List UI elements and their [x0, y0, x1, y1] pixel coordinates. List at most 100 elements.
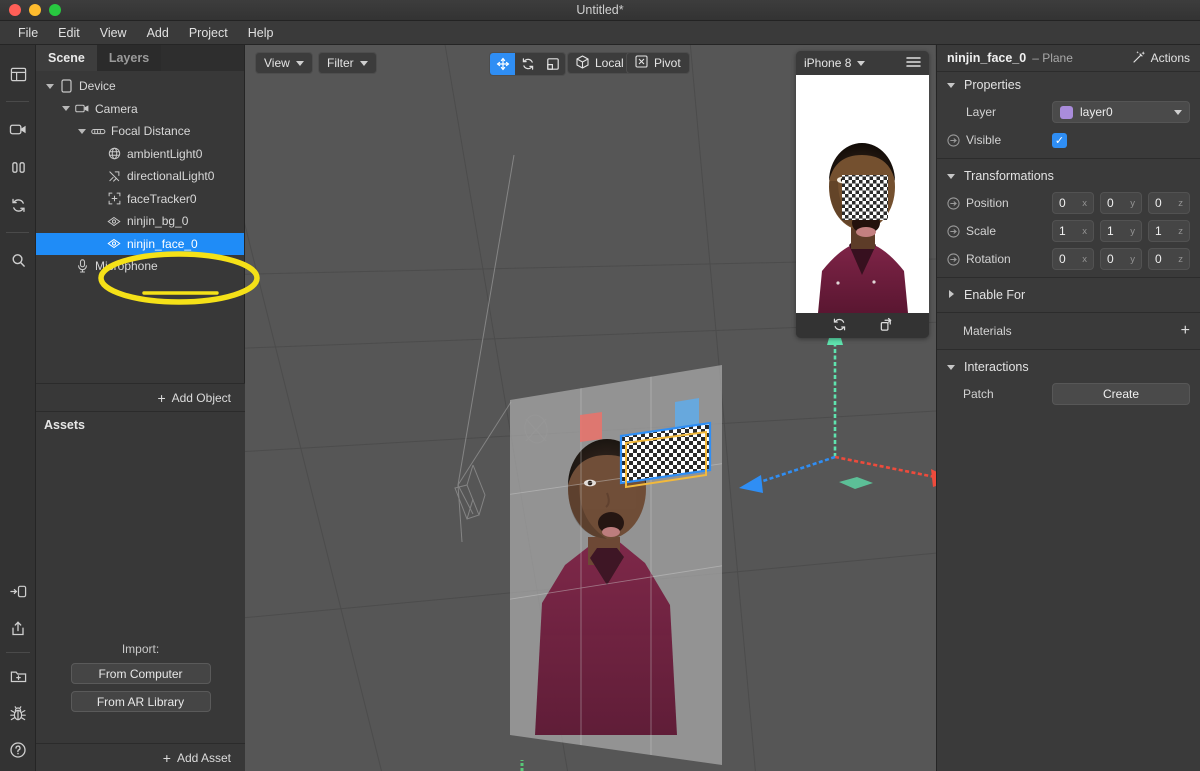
scale-z-input[interactable]: 1z	[1148, 220, 1190, 242]
menu-add[interactable]: Add	[139, 24, 177, 42]
visible-checkbox[interactable]: ✓	[1052, 132, 1067, 148]
create-patch-button[interactable]: Create	[1052, 383, 1190, 405]
tree-item-device[interactable]: Device	[36, 75, 244, 98]
scale-x-input[interactable]: 1x	[1052, 220, 1094, 242]
scale-y-input[interactable]: 1y	[1100, 220, 1142, 242]
menu-file[interactable]: File	[10, 24, 46, 42]
disclosure-arrow[interactable]	[46, 82, 55, 91]
patch-connector-icon[interactable]	[947, 196, 963, 210]
checkerboard-face-overlay	[842, 175, 888, 220]
reset-icon[interactable]	[832, 317, 847, 335]
plus-icon: +	[162, 749, 171, 766]
preview-footer	[796, 313, 929, 338]
patch-row: Patch Create	[937, 380, 1200, 408]
axis-label-z: z	[1178, 253, 1183, 265]
menu-help[interactable]: Help	[240, 24, 282, 42]
position-x-input[interactable]: 0x	[1052, 192, 1094, 214]
add-material-button[interactable]: +	[1181, 323, 1190, 339]
position-y-input[interactable]: 0y	[1100, 192, 1142, 214]
rotate-device-icon[interactable]	[879, 317, 894, 335]
chevron-down-icon	[359, 60, 368, 66]
section-transformations[interactable]: Transformations	[937, 163, 1200, 189]
filter-dropdown[interactable]: Filter	[318, 52, 377, 74]
layer-color-swatch	[1060, 105, 1073, 119]
rotation-z-input[interactable]: 0z	[1148, 248, 1190, 270]
disclosure-arrow[interactable]	[78, 127, 87, 136]
view-dropdown[interactable]: View	[255, 52, 313, 74]
tree-item-microphone[interactable]: Microphone	[36, 255, 244, 278]
plus-icon: +	[157, 389, 166, 406]
send-to-device-icon[interactable]	[0, 572, 36, 610]
refresh-icon[interactable]	[0, 186, 36, 224]
tree-item-label: Device	[79, 79, 116, 94]
menu-view[interactable]: View	[92, 24, 135, 42]
add-asset-button[interactable]: + Add Asset	[36, 743, 245, 771]
preview-screen[interactable]	[796, 75, 929, 313]
tree-item-ninjin-bg-0[interactable]: ninjin_bg_0	[36, 210, 244, 233]
tab-scene[interactable]: Scene	[36, 45, 97, 71]
actions-button[interactable]: Actions	[1132, 50, 1190, 67]
rotation-x-input[interactable]: 0x	[1052, 248, 1094, 270]
tree-item-ambientlight0[interactable]: ambientLight0	[36, 143, 244, 166]
help-icon[interactable]	[0, 733, 36, 771]
move-tool-icon[interactable]	[490, 53, 515, 75]
patch-connector-icon[interactable]	[947, 224, 963, 238]
search-icon[interactable]	[0, 241, 36, 279]
axis-label-y: y	[1130, 225, 1135, 237]
section-interactions[interactable]: Interactions	[937, 354, 1200, 380]
pause-icon[interactable]	[0, 148, 36, 186]
local-space-button[interactable]: Local	[567, 52, 633, 74]
properties-header: ninjin_face_0 – Plane Actions	[937, 45, 1200, 72]
section-properties[interactable]: Properties	[937, 72, 1200, 98]
gizmo-plane-handle	[839, 477, 873, 489]
layer-select[interactable]: layer0	[1052, 101, 1190, 123]
scene-panel: Scene Layers Device Camera Focal Distanc…	[36, 45, 260, 771]
chevron-down-icon	[295, 60, 304, 66]
bug-icon[interactable]	[0, 695, 36, 733]
tree-item-directionallight0[interactable]: directionalLight0	[36, 165, 244, 188]
pivot-button[interactable]: Pivot	[626, 52, 690, 74]
scale-tool-icon[interactable]	[540, 53, 565, 75]
assets-body[interactable]: Import: From Computer From AR Library	[36, 437, 245, 743]
disclosure-arrow[interactable]	[62, 104, 71, 113]
magic-wand-icon	[1132, 50, 1146, 67]
import-from-computer-button[interactable]: From Computer	[70, 663, 211, 684]
camera-icon[interactable]	[0, 110, 36, 148]
rotate-tool-icon[interactable]	[515, 53, 540, 75]
import-from-ar-library-button[interactable]: From AR Library	[70, 691, 211, 712]
tab-layers[interactable]: Layers	[96, 45, 162, 71]
title-bar: Untitled*	[0, 0, 1200, 21]
device-selector[interactable]: iPhone 8	[804, 56, 866, 70]
layout-icon[interactable]	[0, 55, 36, 93]
menu-edit[interactable]: Edit	[50, 24, 88, 42]
rotation-y-input[interactable]: 0y	[1100, 248, 1142, 270]
position-z-input[interactable]: 0z	[1148, 192, 1190, 214]
tree-item-facetracker0[interactable]: faceTracker0	[36, 188, 244, 211]
axis-label-x: x	[1082, 225, 1087, 237]
patch-connector-icon[interactable]	[947, 133, 963, 147]
position-y-value: 0	[1107, 196, 1114, 210]
left-icon-rail	[0, 45, 36, 771]
new-project-icon[interactable]	[0, 657, 36, 695]
scale-row: Scale 1x 1y 1z	[937, 217, 1200, 245]
rotation-y-value: 0	[1107, 252, 1114, 266]
menu-project[interactable]: Project	[181, 24, 236, 42]
share-icon[interactable]	[0, 610, 36, 648]
visible-row: Visible ✓	[937, 126, 1200, 154]
tree-item-ninjin-face-0[interactable]: ninjin_face_0	[36, 232, 244, 255]
disclosure-arrow[interactable]	[947, 362, 957, 372]
transform-tool-group	[489, 52, 566, 76]
disclosure-arrow[interactable]	[947, 290, 957, 300]
add-object-button[interactable]: + Add Object	[36, 383, 245, 411]
patch-connector-icon[interactable]	[947, 252, 963, 266]
scale-x-value: 1	[1059, 224, 1066, 238]
section-enable-for[interactable]: Enable For	[937, 282, 1200, 308]
add-asset-label: Add Asset	[176, 750, 231, 765]
tree-item-focal-distance[interactable]: Focal Distance	[36, 120, 244, 143]
disclosure-arrow[interactable]	[947, 80, 957, 90]
tree-item-label: Focal Distance	[111, 124, 191, 139]
hamburger-icon[interactable]	[906, 56, 921, 71]
disclosure-arrow[interactable]	[947, 171, 957, 181]
object-name: ninjin_face_0	[947, 51, 1027, 65]
tree-item-camera[interactable]: Camera	[36, 98, 244, 121]
